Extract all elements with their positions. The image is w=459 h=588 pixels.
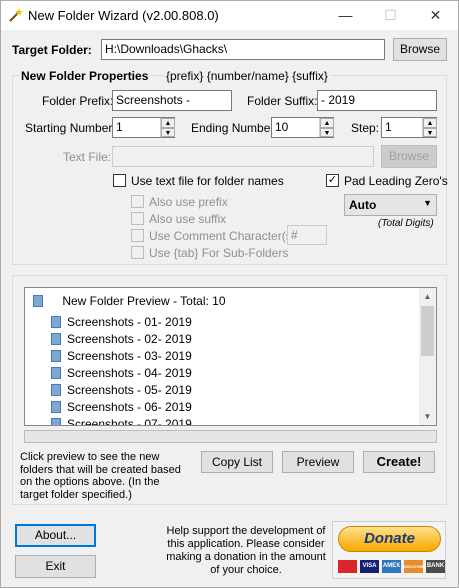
step-label: Step: bbox=[351, 121, 380, 135]
tree-item[interactable]: Screenshots - 02- 2019 bbox=[51, 332, 192, 349]
also-prefix-checkbox[interactable] bbox=[131, 195, 144, 208]
spin-down-icon[interactable]: ▼ bbox=[320, 127, 334, 137]
end-number-stepper[interactable]: ▲ ▼ bbox=[319, 118, 334, 137]
preview-progress-bar bbox=[24, 430, 437, 443]
use-text-file-checkbox[interactable] bbox=[113, 174, 126, 187]
properties-hint: {prefix} {number/name} {suffix} bbox=[164, 69, 330, 83]
chevron-down-icon: ▼ bbox=[423, 198, 432, 208]
tab-subfolders-label: Use {tab} For Sub-Folders bbox=[149, 246, 289, 260]
step-stepper[interactable]: ▲ ▼ bbox=[422, 118, 437, 137]
tree-item[interactable]: Screenshots - 06- 2019 bbox=[51, 400, 192, 417]
start-number-label: Starting Number: bbox=[25, 121, 116, 135]
comment-char-checkbox[interactable] bbox=[131, 229, 144, 242]
spin-down-icon[interactable]: ▼ bbox=[161, 127, 175, 137]
discover-card-icon: DISCOVER bbox=[404, 560, 425, 573]
donation-help-text: Help support the development of this app… bbox=[166, 525, 326, 576]
spin-up-icon[interactable]: ▲ bbox=[161, 118, 175, 128]
tree-root[interactable]: New Folder Preview - Total: 10 bbox=[33, 294, 226, 311]
exit-button[interactable]: Exit bbox=[15, 555, 96, 578]
spin-down-icon[interactable]: ▼ bbox=[423, 127, 437, 137]
spin-up-icon[interactable]: ▲ bbox=[320, 118, 334, 128]
document-icon bbox=[51, 418, 61, 425]
text-file-label: Text File: bbox=[63, 150, 112, 164]
bank-card-icon: BANK bbox=[426, 560, 445, 573]
end-number-label: Ending Number: bbox=[191, 121, 278, 135]
target-browse-button[interactable]: Browse bbox=[393, 38, 447, 61]
scroll-up-icon[interactable]: ▲ bbox=[419, 288, 436, 305]
also-suffix-checkbox[interactable] bbox=[131, 212, 144, 225]
mastercard-icon bbox=[338, 560, 357, 573]
document-icon bbox=[51, 333, 61, 345]
document-icon bbox=[51, 384, 61, 396]
minimize-button[interactable]: — bbox=[323, 1, 368, 30]
target-folder-label: Target Folder: bbox=[12, 43, 92, 57]
preview-button[interactable]: Preview bbox=[282, 451, 354, 473]
pad-zeros-checkbox[interactable]: ✓ bbox=[326, 174, 339, 187]
pad-mode-select[interactable]: Auto ▼ bbox=[344, 194, 437, 216]
about-button[interactable]: About... bbox=[15, 524, 96, 547]
prefix-input[interactable]: Screenshots - bbox=[112, 90, 232, 111]
start-number-stepper[interactable]: ▲ ▼ bbox=[160, 118, 175, 137]
tab-subfolders-checkbox[interactable] bbox=[131, 246, 144, 259]
window-version: (v2.00.808.0) bbox=[142, 8, 219, 23]
wand-icon bbox=[9, 8, 23, 22]
total-digits-label: (Total Digits) bbox=[378, 218, 434, 229]
document-icon bbox=[51, 350, 61, 362]
document-icon bbox=[51, 316, 61, 328]
tree-item[interactable]: Screenshots - 05- 2019 bbox=[51, 383, 192, 400]
suffix-label: Folder Suffix: bbox=[247, 94, 318, 108]
also-prefix-label: Also use prefix bbox=[149, 195, 228, 209]
tree-item[interactable]: Screenshots - 03- 2019 bbox=[51, 349, 192, 366]
tree-item[interactable]: Screenshots - 04- 2019 bbox=[51, 366, 192, 383]
donate-button[interactable]: Donate VISA AMEX DISCOVER BANK bbox=[332, 521, 446, 579]
prefix-label: Folder Prefix: bbox=[42, 94, 114, 108]
preview-note: Click preview to see the new folders tha… bbox=[20, 451, 181, 501]
suffix-input[interactable]: - 2019 bbox=[317, 90, 437, 111]
pad-mode-value: Auto bbox=[349, 198, 377, 212]
text-file-browse-button[interactable]: Browse bbox=[381, 145, 437, 168]
text-file-input[interactable] bbox=[112, 146, 374, 167]
visa-card-icon: VISA bbox=[360, 560, 379, 573]
title-bar: New Folder Wizard (v2.00.808.0) — ☐ ✕ bbox=[1, 1, 458, 30]
close-button[interactable]: ✕ bbox=[413, 1, 458, 30]
use-text-file-label: Use text file for folder names bbox=[131, 174, 284, 188]
also-suffix-label: Also use suffix bbox=[149, 212, 227, 226]
tree-item[interactable]: Screenshots - 01- 2019 bbox=[51, 315, 192, 332]
scroll-down-icon[interactable]: ▼ bbox=[419, 408, 436, 425]
copy-list-button[interactable]: Copy List bbox=[201, 451, 273, 473]
document-icon bbox=[51, 367, 61, 379]
window-title: New Folder Wizard bbox=[28, 8, 139, 23]
scrollbar-thumb[interactable] bbox=[421, 306, 434, 356]
maximize-button[interactable]: ☐ bbox=[368, 1, 413, 30]
document-icon bbox=[33, 295, 43, 307]
properties-heading: New Folder Properties bbox=[19, 69, 151, 83]
tree-item[interactable]: Screenshots - 07- 2019 bbox=[51, 417, 192, 425]
spin-up-icon[interactable]: ▲ bbox=[423, 118, 437, 128]
tree-root-label: New Folder Preview - Total: 10 bbox=[62, 294, 226, 308]
donate-label: Donate bbox=[338, 526, 441, 552]
document-icon bbox=[51, 401, 61, 413]
preview-tree[interactable]: New Folder Preview - Total: 10 Screensho… bbox=[24, 287, 437, 426]
pad-zeros-label: Pad Leading Zero's bbox=[344, 174, 448, 188]
comment-char-label: Use Comment Character(s): bbox=[149, 229, 300, 243]
create-button[interactable]: Create! bbox=[363, 451, 435, 473]
preview-scrollbar[interactable]: ▲ ▼ bbox=[419, 288, 436, 425]
amex-card-icon: AMEX bbox=[382, 560, 401, 573]
wizard-window: New Folder Wizard (v2.00.808.0) — ☐ ✕ Ta… bbox=[0, 0, 459, 588]
target-folder-input[interactable]: H:\Downloads\Ghacks\ bbox=[101, 39, 385, 60]
comment-char-input[interactable]: # bbox=[287, 225, 327, 245]
